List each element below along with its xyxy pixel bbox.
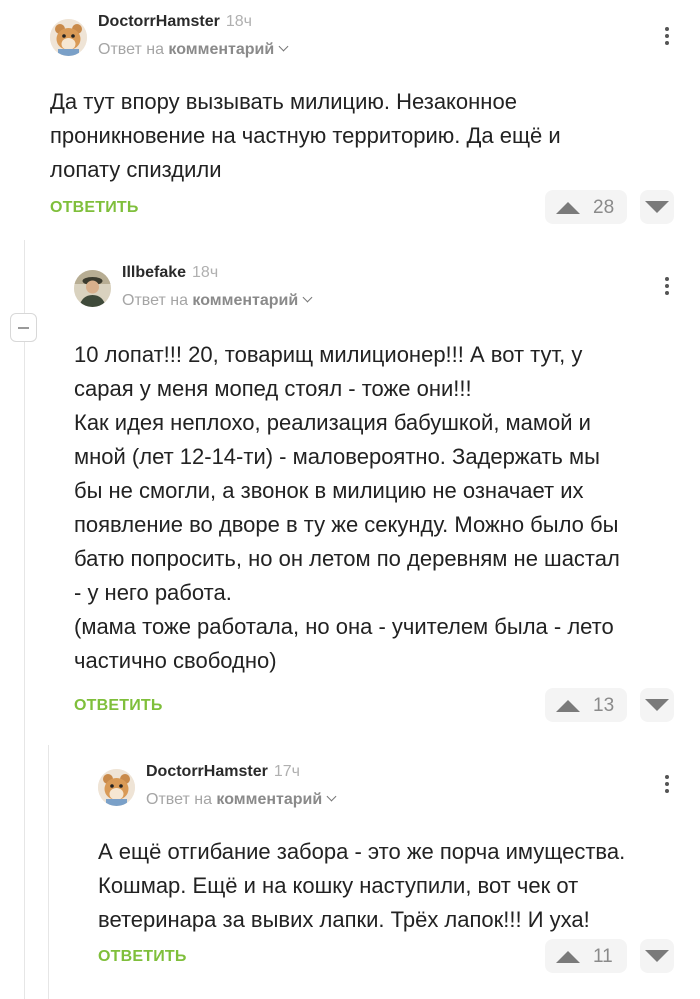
rating-count: 13 (593, 695, 615, 716)
author-name[interactable]: Illbefake 18ч (122, 264, 218, 282)
chevron-down-icon (302, 292, 313, 303)
thread-line-level-1 (24, 240, 25, 999)
reply-to-target: комментарий (216, 791, 323, 808)
comment-text: 10 лопат!!! 20, товарищ милиционер!!! А … (74, 342, 620, 673)
reply-to-prefix: Ответ на (98, 41, 164, 58)
comment-time: 18ч (225, 13, 252, 30)
comment-time: 18ч (192, 264, 219, 281)
chevron-down-icon (278, 41, 289, 52)
thread-line-level-2 (48, 745, 49, 999)
reply-to-prefix: Ответ на (122, 292, 188, 309)
reply-to-link[interactable]: Ответ на комментарий (146, 791, 337, 809)
more-options-icon[interactable] (665, 27, 671, 48)
rating-count: 28 (593, 197, 615, 218)
author-name[interactable]: DoctorrHamster 17ч (146, 763, 300, 781)
upvote-control[interactable]: 11 (545, 939, 627, 973)
downvote-button[interactable] (640, 939, 674, 973)
comment-text: Да тут впору вызывать милицию. Незаконно… (50, 89, 561, 182)
chevron-down-icon (326, 791, 337, 802)
comment-time: 17ч (273, 763, 300, 780)
more-options-icon[interactable] (665, 775, 671, 796)
reply-to-link[interactable]: Ответ на комментарий (98, 41, 289, 59)
hamster-avatar-icon[interactable] (98, 769, 135, 806)
collapse-thread-button[interactable] (10, 313, 37, 342)
reply-to-link[interactable]: Ответ на комментарий (122, 292, 313, 310)
author-name[interactable]: DoctorrHamster 18ч (98, 13, 252, 31)
reply-button[interactable]: ОТВЕТИТЬ (50, 199, 139, 217)
comment: Illbefake 18ч Ответ на комментарий 10 лоп… (74, 264, 690, 678)
upvote-arrow-icon[interactable] (556, 951, 580, 963)
reply-button[interactable]: ОТВЕТИТЬ (98, 948, 187, 966)
upvote-arrow-icon[interactable] (556, 700, 580, 712)
comment-text: А ещё отгибание забора - это же порча им… (98, 839, 626, 932)
upvote-control[interactable]: 13 (545, 688, 627, 722)
hamster-avatar-icon[interactable] (50, 19, 87, 56)
reply-button[interactable]: ОТВЕТИТЬ (74, 697, 163, 715)
author-name-text: DoctorrHamster (98, 13, 220, 30)
more-options-icon[interactable] (665, 277, 671, 298)
rating-count: 11 (593, 946, 613, 967)
reply-to-target: комментарий (192, 292, 299, 309)
person-avatar-icon[interactable] (74, 270, 111, 307)
author-name-text: Illbefake (122, 264, 187, 281)
downvote-button[interactable] (640, 190, 674, 224)
upvote-arrow-icon[interactable] (556, 202, 580, 214)
comment: DoctorrHamster 18ч Ответ на комментарий Д… (50, 13, 690, 187)
downvote-button[interactable] (640, 688, 674, 722)
author-name-text: DoctorrHamster (146, 763, 268, 780)
reply-to-target: комментарий (168, 41, 275, 58)
reply-to-prefix: Ответ на (146, 791, 212, 808)
comment: DoctorrHamster 17ч Ответ на комментарий А… (98, 763, 690, 937)
upvote-control[interactable]: 28 (545, 190, 627, 224)
